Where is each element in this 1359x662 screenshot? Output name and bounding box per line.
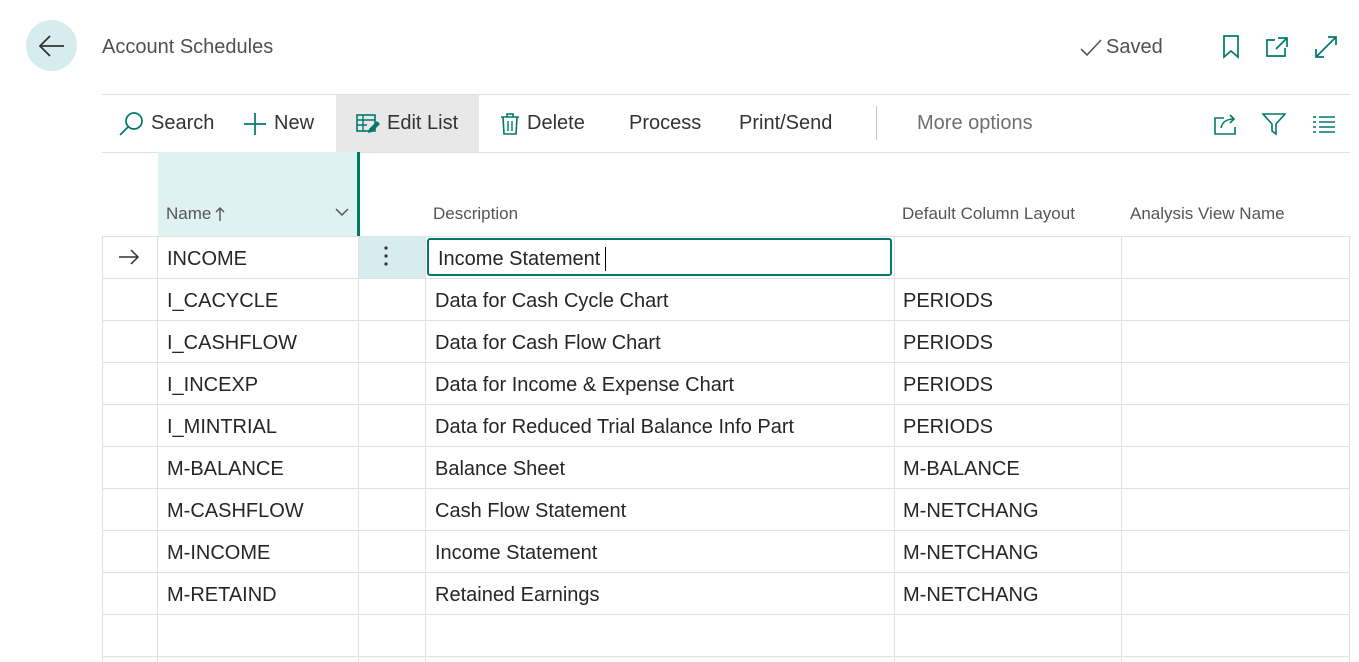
chevron-down-icon	[335, 208, 349, 217]
description-edit-value: Income Statement	[438, 248, 601, 270]
row-default-column-layout[interactable]: PERIODS	[903, 332, 993, 355]
search-button[interactable]: Search	[118, 95, 214, 152]
print-send-menu[interactable]: Print/Send	[739, 95, 832, 152]
back-button[interactable]	[26, 20, 77, 71]
row-description[interactable]: Data for Income & Expense Chart	[435, 374, 734, 397]
edit-list-button[interactable]: Edit List	[336, 95, 479, 152]
filter-button[interactable]	[1262, 95, 1286, 152]
current-row-indicator	[118, 249, 140, 270]
page-title: Account Schedules	[102, 36, 274, 58]
row-name[interactable]: I_MINTRIAL	[167, 416, 277, 439]
grid-line	[102, 278, 1350, 279]
more-options-label: More options	[917, 112, 1033, 134]
share-button[interactable]	[1213, 95, 1239, 152]
grid-line	[157, 236, 158, 662]
grid-line	[102, 656, 1350, 657]
grid-line	[102, 488, 1350, 489]
column-header-default-column-layout[interactable]: Default Column Layout	[902, 204, 1075, 224]
expand-button[interactable]	[1313, 34, 1339, 60]
row-description[interactable]: Data for Reduced Trial Balance Info Part	[435, 416, 794, 439]
list-view-icon	[1313, 115, 1335, 133]
row-name[interactable]: I_INCEXP	[167, 374, 258, 397]
edit-list-icon	[356, 113, 380, 133]
action-bar: Search New Edit List Delete Process Prin…	[102, 94, 1350, 153]
sort-ascending-icon	[215, 207, 225, 221]
row-description[interactable]: Data for Cash Cycle Chart	[435, 290, 668, 313]
row-default-column-layout[interactable]: PERIODS	[903, 290, 993, 313]
grid-line	[425, 236, 426, 662]
grid-line	[1121, 236, 1122, 662]
vertical-ellipsis-icon	[384, 246, 388, 266]
delete-label: Delete	[527, 112, 585, 134]
grid-line	[102, 404, 1350, 405]
row-name[interactable]: M-CASHFLOW	[167, 500, 304, 523]
grid-line	[102, 320, 1350, 321]
row-name[interactable]: M-RETAIND	[167, 584, 277, 607]
more-options-button[interactable]: More options	[917, 95, 1033, 152]
plus-icon	[244, 112, 266, 135]
process-label: Process	[629, 112, 702, 134]
row-description[interactable]: Balance Sheet	[435, 458, 565, 481]
list-view-button[interactable]	[1312, 95, 1336, 152]
row-default-column-layout[interactable]: M-BALANCE	[903, 458, 1020, 481]
share-icon	[1214, 113, 1236, 135]
trash-icon	[501, 112, 519, 135]
search-label: Search	[151, 112, 215, 134]
checkmark-icon	[1080, 38, 1102, 56]
grid-line	[102, 614, 1350, 615]
arrow-right-icon	[119, 249, 140, 265]
row-default-column-layout[interactable]: PERIODS	[903, 374, 993, 397]
grid-line	[102, 236, 1350, 237]
grid-line	[102, 572, 1350, 573]
edit-list-label: Edit List	[387, 112, 459, 134]
column-header-description[interactable]: Description	[433, 204, 518, 224]
row-description[interactable]: Retained Earnings	[435, 584, 600, 607]
grid-line	[102, 362, 1350, 363]
grid-line	[102, 530, 1350, 531]
account-schedules-table: Name Description Default Column Layout A…	[102, 152, 1350, 662]
row-name[interactable]: M-INCOME	[167, 542, 270, 565]
expand-icon	[1315, 36, 1337, 58]
print-send-label: Print/Send	[739, 112, 833, 134]
row-description[interactable]: Income Statement	[435, 542, 597, 565]
row-description[interactable]: Cash Flow Statement	[435, 500, 626, 523]
action-bar-divider	[876, 106, 877, 140]
new-button[interactable]: New	[243, 95, 314, 152]
grid-line	[1349, 236, 1350, 662]
bookmark-icon	[1223, 35, 1239, 59]
name-column-header-accent	[357, 152, 360, 236]
open-new-window-button[interactable]	[1264, 34, 1290, 60]
saved-label: Saved	[1106, 36, 1163, 58]
row-default-column-layout[interactable]: PERIODS	[903, 416, 993, 439]
column-header-analysis-view-name[interactable]: Analysis View Name	[1130, 204, 1285, 224]
process-menu[interactable]: Process	[629, 95, 701, 152]
row-menu-highlight	[358, 237, 425, 278]
grid-line	[102, 236, 103, 662]
row-default-column-layout[interactable]: M-NETCHANG	[903, 500, 1039, 523]
delete-button[interactable]: Delete	[500, 95, 585, 152]
row-default-column-layout[interactable]: M-NETCHANG	[903, 584, 1039, 607]
bookmark-button[interactable]	[1218, 34, 1244, 60]
new-label: New	[274, 112, 315, 134]
row-name[interactable]: INCOME	[167, 248, 247, 271]
column-header-name-label: Name	[166, 204, 212, 223]
row-name[interactable]: I_CASHFLOW	[167, 332, 297, 355]
text-caret	[605, 247, 606, 271]
row-default-column-layout[interactable]: M-NETCHANG	[903, 542, 1039, 565]
saved-status: Saved	[1080, 36, 1163, 59]
open-in-new-window-icon	[1266, 37, 1288, 57]
search-icon	[119, 111, 143, 136]
row-actions-button[interactable]	[383, 245, 389, 272]
name-column-menu[interactable]	[335, 204, 351, 222]
grid-line	[894, 236, 895, 662]
grid-line	[358, 236, 359, 662]
row-description[interactable]: Data for Cash Flow Chart	[435, 332, 661, 355]
arrow-left-icon	[38, 34, 64, 57]
row-name[interactable]: M-BALANCE	[167, 458, 284, 481]
row-name[interactable]: I_CACYCLE	[167, 290, 278, 313]
description-edit-field[interactable]: Income Statement	[427, 238, 892, 276]
column-header-name[interactable]: Name	[166, 204, 225, 224]
grid-line	[102, 446, 1350, 447]
filter-icon	[1262, 112, 1286, 136]
